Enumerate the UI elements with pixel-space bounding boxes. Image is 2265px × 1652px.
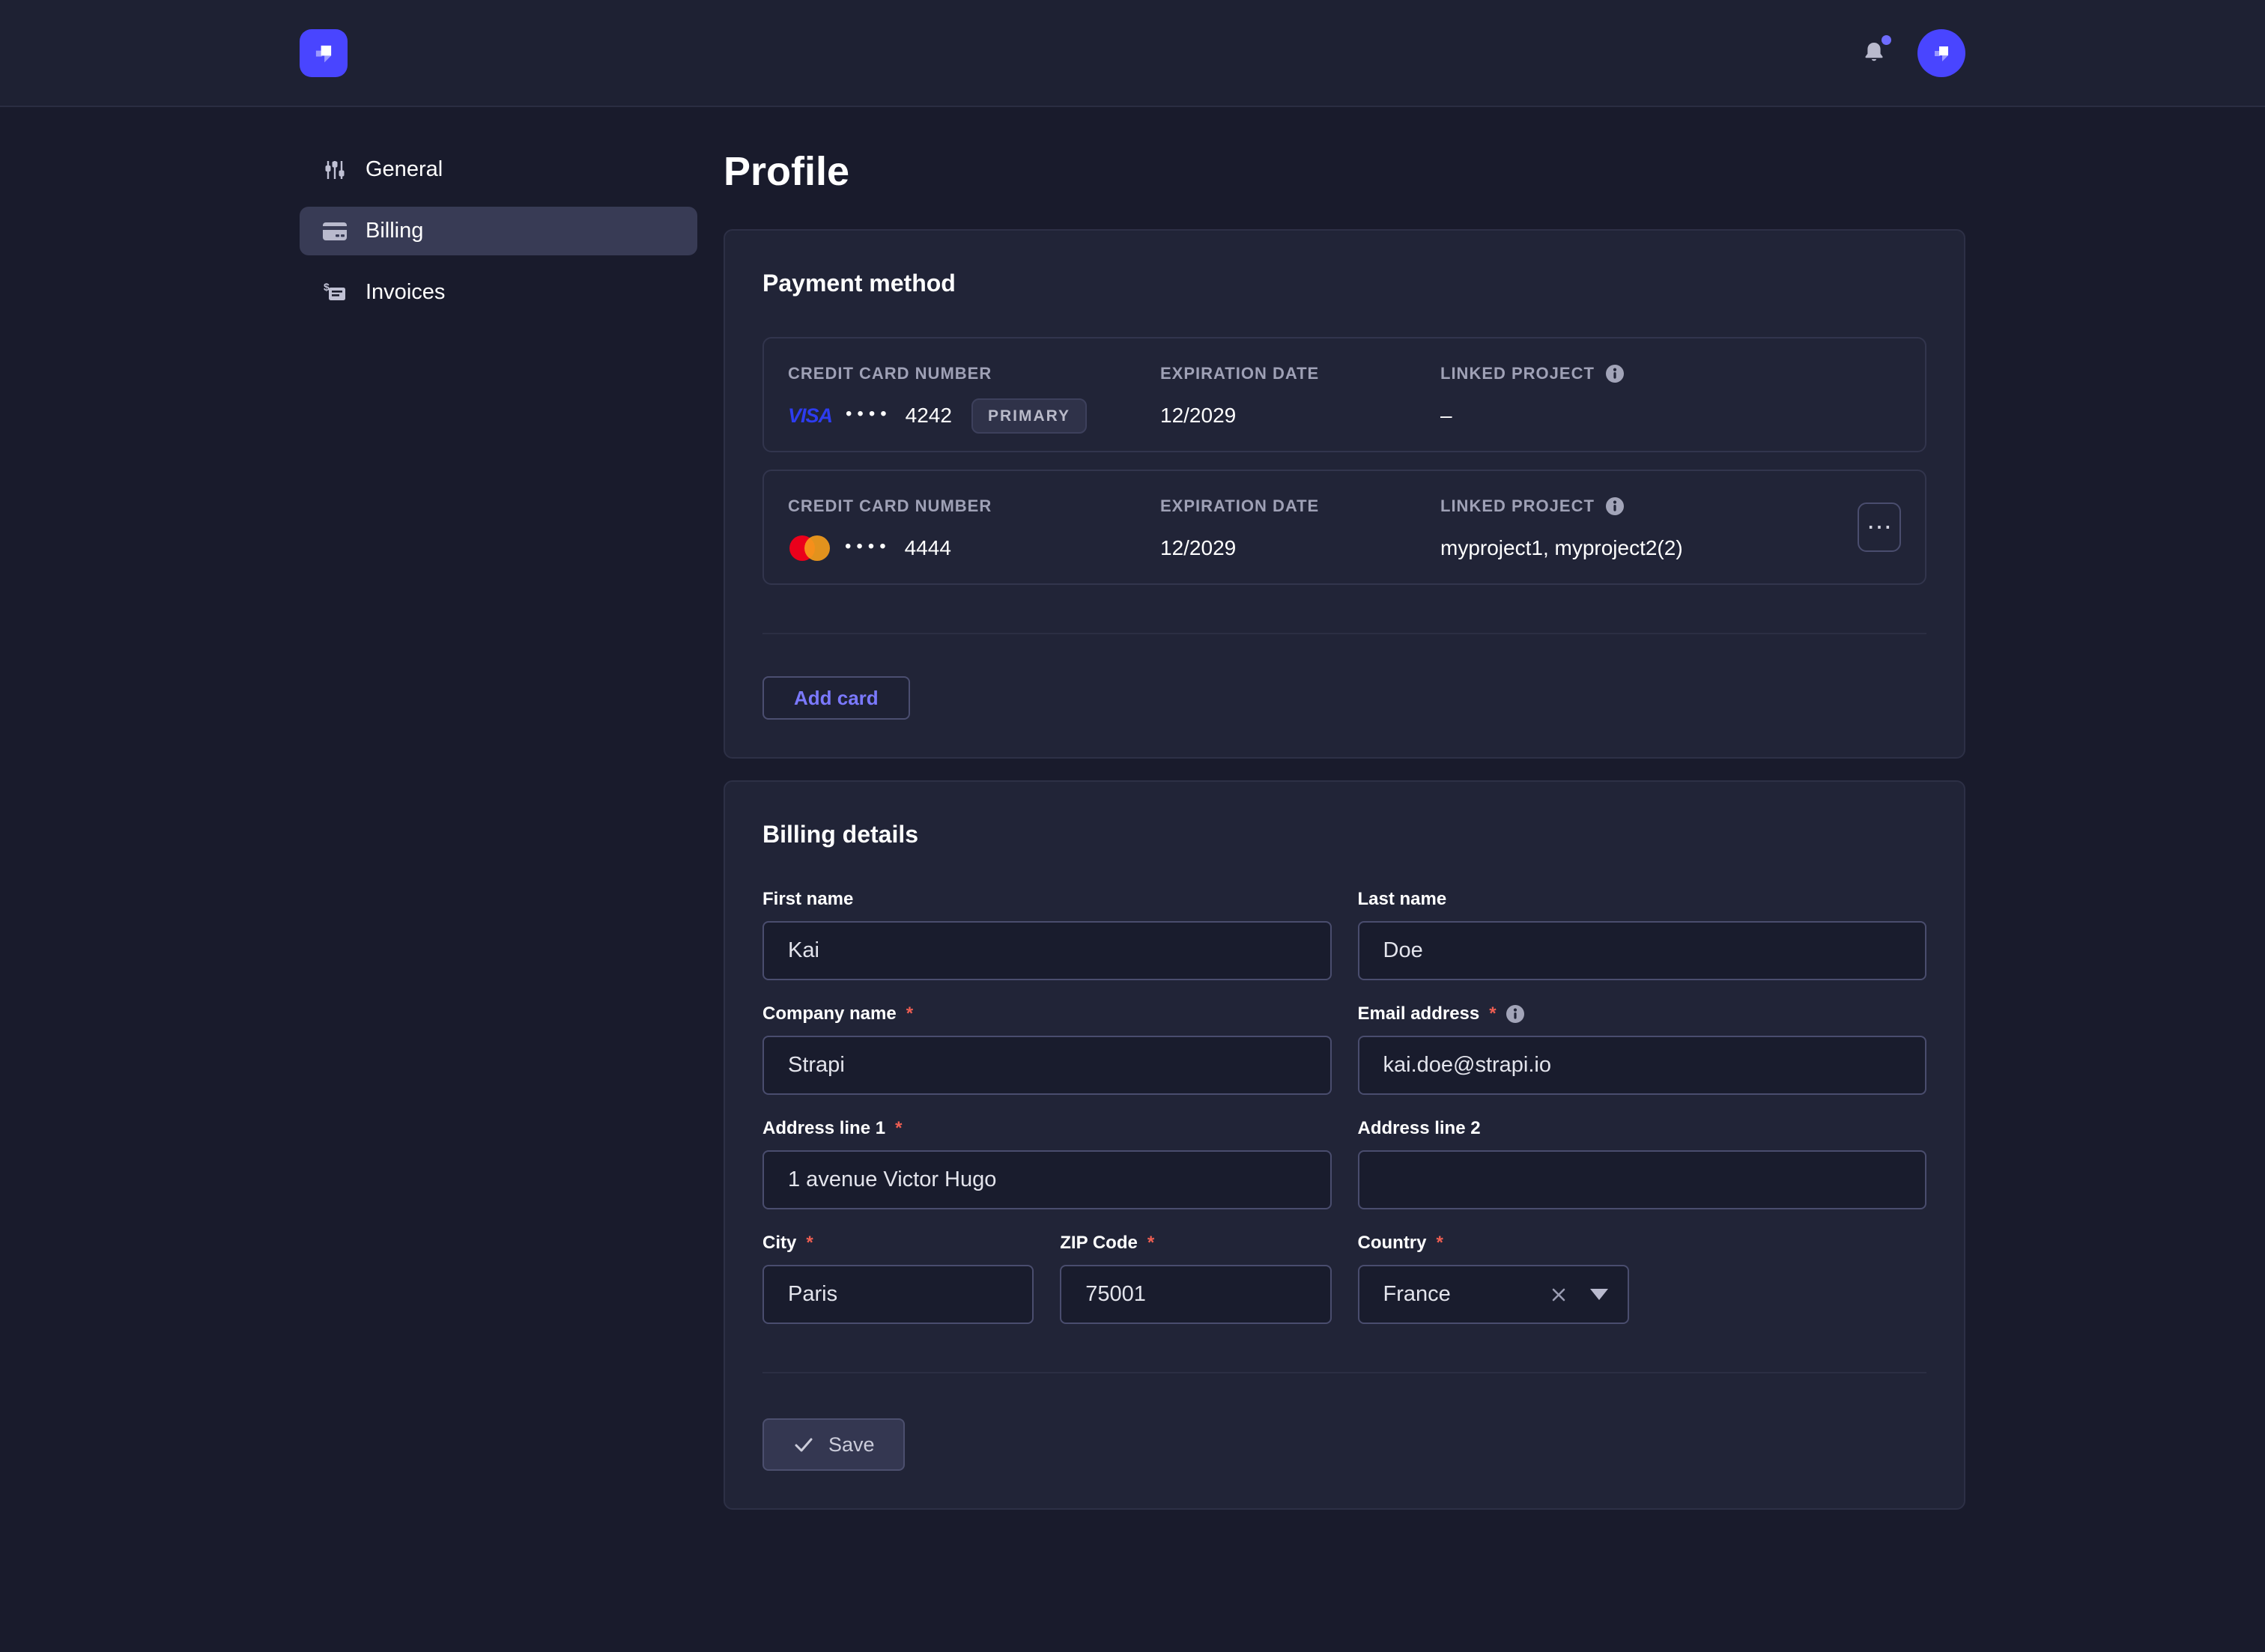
address-line1-field-group: Address line 1 * <box>762 1117 1332 1209</box>
linked-project-label: LINKED PROJECT <box>1440 364 1595 383</box>
sidebar-item-invoices[interactable]: $ Invoices <box>300 268 697 317</box>
add-card-button[interactable]: Add card <box>762 676 910 720</box>
info-icon[interactable] <box>1506 1004 1525 1024</box>
billing-details-title: Billing details <box>762 819 1926 849</box>
country-value: France <box>1383 1282 1451 1307</box>
linked-project-value: – <box>1440 404 1452 428</box>
payment-method-title: Payment method <box>762 268 1926 298</box>
address-line1-label: Address line 1 <box>762 1117 885 1140</box>
required-asterisk: * <box>1489 1003 1496 1025</box>
country-select[interactable]: France <box>1358 1265 1629 1324</box>
address-line2-field-group: Address line 2 <box>1358 1117 1927 1209</box>
sliders-icon <box>322 157 348 183</box>
company-name-field-group: Company name * <box>762 1003 1332 1095</box>
sidebar-item-billing[interactable]: Billing <box>300 207 697 255</box>
zip-code-field-group: ZIP Code * <box>1060 1232 1331 1324</box>
email-label: Email address <box>1358 1003 1480 1025</box>
expiration-date-label: EXPIRATION DATE <box>1160 496 1440 516</box>
masked-digits: •••• <box>845 536 891 557</box>
last-name-label: Last name <box>1358 888 1447 911</box>
main-content: Profile Payment method CREDIT CARD NUMBE… <box>724 145 1965 1555</box>
card-more-options-button[interactable]: ⋯ <box>1858 502 1901 552</box>
required-asterisk: * <box>906 1003 913 1025</box>
last-name-input[interactable] <box>1358 921 1927 980</box>
city-label: City <box>762 1232 796 1254</box>
required-asterisk: * <box>1437 1232 1443 1254</box>
first-name-field-group: First name <box>762 888 1332 980</box>
address-line2-input[interactable] <box>1358 1150 1927 1209</box>
more-options-icon: ⋯ <box>1867 514 1892 540</box>
card-last4: 4242 <box>906 404 952 428</box>
expiration-date-label: EXPIRATION DATE <box>1160 364 1440 383</box>
payment-divider <box>762 633 1926 634</box>
payment-method-card: Payment method CREDIT CARD NUMBER VISA •… <box>724 229 1965 759</box>
save-button-label: Save <box>828 1433 875 1457</box>
notifications-button[interactable] <box>1861 40 1888 67</box>
mastercard-logo <box>788 534 831 562</box>
strapi-logo-icon <box>310 40 337 67</box>
card-last4: 4444 <box>905 536 951 560</box>
last-name-field-group: Last name <box>1358 888 1927 980</box>
chevron-down-icon[interactable] <box>1590 1289 1608 1300</box>
avatar-strapi-icon <box>1929 41 1953 65</box>
credit-card-row-visa: CREDIT CARD NUMBER VISA •••• 4242 PRIMAR… <box>762 337 1926 452</box>
visa-logo: VISA <box>788 404 832 428</box>
user-avatar[interactable] <box>1917 29 1965 77</box>
credit-card-number-label: CREDIT CARD NUMBER <box>788 496 1160 516</box>
strapi-logo[interactable] <box>300 29 348 77</box>
billing-details-card: Billing details First name Last name Com… <box>724 780 1965 1510</box>
address-line2-label: Address line 2 <box>1358 1117 1481 1140</box>
linked-project-value: myproject1, myproject2(2) <box>1440 536 1683 560</box>
svg-text:$: $ <box>324 281 330 293</box>
save-button[interactable]: Save <box>762 1418 905 1471</box>
page-title: Profile <box>724 151 1965 192</box>
info-icon[interactable] <box>1605 496 1625 516</box>
email-field-group: Email address * <box>1358 1003 1927 1095</box>
country-label: Country <box>1358 1232 1427 1254</box>
linked-project-label: LINKED PROJECT <box>1440 496 1595 516</box>
zip-code-label: ZIP Code <box>1060 1232 1138 1254</box>
city-input[interactable] <box>762 1265 1034 1324</box>
company-name-label: Company name <box>762 1003 897 1025</box>
expiration-date-value: 12/2029 <box>1160 404 1236 428</box>
required-asterisk: * <box>806 1232 813 1254</box>
topbar <box>0 0 2265 107</box>
sidebar-item-general[interactable]: General <box>300 145 697 194</box>
company-name-input[interactable] <box>762 1036 1332 1095</box>
first-name-label: First name <box>762 888 853 911</box>
billing-divider <box>762 1372 1926 1373</box>
city-field-group: City * <box>762 1232 1034 1324</box>
credit-card-row-mastercard: CREDIT CARD NUMBER •••• 4444 EXPIRATION … <box>762 470 1926 585</box>
required-asterisk: * <box>895 1117 902 1140</box>
notification-dot <box>1882 35 1891 45</box>
country-field-group: Country * France <box>1358 1232 1629 1324</box>
masked-digits: •••• <box>846 404 892 425</box>
settings-sidebar: General Billing $ <box>300 145 697 1555</box>
credit-card-number-label: CREDIT CARD NUMBER <box>788 364 1160 383</box>
sidebar-item-label: Invoices <box>366 280 445 305</box>
address-line1-input[interactable] <box>762 1150 1332 1209</box>
expiration-date-value: 12/2029 <box>1160 536 1236 560</box>
credit-card-icon <box>322 219 348 244</box>
email-input[interactable] <box>1358 1036 1927 1095</box>
invoice-icon: $ <box>322 280 348 306</box>
zip-code-input[interactable] <box>1060 1265 1331 1324</box>
required-asterisk: * <box>1147 1232 1154 1254</box>
clear-icon[interactable] <box>1548 1284 1569 1305</box>
first-name-input[interactable] <box>762 921 1332 980</box>
sidebar-item-label: Billing <box>366 219 423 243</box>
info-icon[interactable] <box>1605 364 1625 383</box>
bell-icon <box>1862 40 1886 66</box>
billing-form: First name Last name Company name * Email… <box>762 888 1926 1324</box>
primary-badge: PRIMARY <box>971 398 1087 434</box>
sidebar-item-label: General <box>366 157 443 182</box>
check-icon <box>792 1433 815 1456</box>
